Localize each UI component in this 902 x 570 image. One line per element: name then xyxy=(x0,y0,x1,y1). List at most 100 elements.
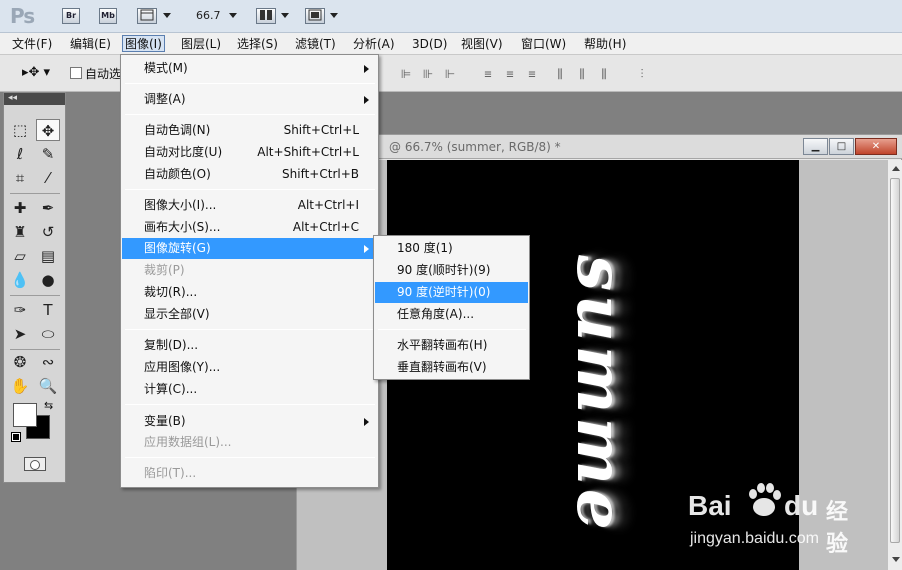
image-rotation-submenu: 180 度(1) 90 度(顺时针)(9) 90 度(逆时针)(0) 任意角度(… xyxy=(373,235,530,380)
menu-item-label: 裁切(R)... xyxy=(144,285,198,299)
default-colors-icon[interactable] xyxy=(11,432,21,442)
grid-view-icon xyxy=(140,9,154,21)
submenu-item-rotate-90-cw[interactable]: 90 度(顺时针)(9) xyxy=(375,260,528,281)
align-hcenter-icon[interactable]: ⊪ xyxy=(420,67,436,81)
menu-item-label: 应用图像(Y)... xyxy=(144,360,221,374)
menu-analysis[interactable]: 分析(A) xyxy=(351,36,397,53)
distribute-right-icon[interactable]: ⫼ xyxy=(596,67,612,81)
collapse-panel-icon[interactable]: ◂◂ xyxy=(4,93,65,105)
align-left-icon[interactable]: ⊫ xyxy=(398,67,414,81)
swap-colors-icon[interactable]: ⇆ xyxy=(44,399,53,412)
menu-edit[interactable]: 编辑(E) xyxy=(68,36,113,53)
bridge-button[interactable]: Br xyxy=(62,8,80,24)
tools-panel: ◂◂ ⬚ ✥ ℓ ✎ ⌗ ⁄ ✚ ✒ ♜ ↺ ▱ ▤ 💧 ● ✑ T ➤ ⬭ ❂… xyxy=(3,92,66,483)
menu-item-calculations[interactable]: 计算(C)... xyxy=(122,379,377,400)
submenu-item-rotate-180[interactable]: 180 度(1) xyxy=(375,238,528,259)
zoom-level[interactable]: 66.7 xyxy=(196,9,221,22)
distribute-left-icon[interactable]: ⫼ xyxy=(552,67,568,81)
ellipse-shape-tool-icon[interactable]: ⬭ xyxy=(36,323,60,345)
menu-item-apply-image[interactable]: 应用图像(Y)... xyxy=(122,357,377,378)
gradient-tool-icon[interactable]: ▤ xyxy=(36,245,60,267)
menu-window[interactable]: 窗口(W) xyxy=(519,36,568,53)
align-right-icon[interactable]: ⊩ xyxy=(442,67,458,81)
auto-select-checkbox[interactable] xyxy=(70,67,82,79)
auto-align-layers-icon[interactable]: ⫶ xyxy=(634,67,650,81)
blur-tool-icon[interactable]: 💧 xyxy=(8,269,32,291)
menu-layer[interactable]: 图层(L) xyxy=(179,36,223,53)
menu-item-trim[interactable]: 裁切(R)... xyxy=(122,282,377,303)
vertical-scrollbar[interactable] xyxy=(887,160,902,570)
healing-brush-tool-icon[interactable]: ✚ xyxy=(8,197,32,219)
eyedropper-tool-icon[interactable]: ⁄ xyxy=(36,167,60,189)
canvas-text-layer: summe xyxy=(562,255,637,534)
menu-item-apply-data-set[interactable]: 应用数据组(L)... xyxy=(122,432,377,453)
dodge-tool-icon[interactable]: ● xyxy=(36,269,60,291)
history-brush-tool-icon[interactable]: ↺ xyxy=(36,221,60,243)
document-tab[interactable]: @ 66.7% (summer, RGB/8) * ▁ □ ✕ xyxy=(297,135,902,159)
menu-item-auto-color[interactable]: 自动颜色(O) Shift+Ctrl+B xyxy=(122,164,377,185)
view-extras-dropdown-icon[interactable] xyxy=(163,13,171,18)
scroll-up-icon[interactable] xyxy=(892,166,900,171)
distribute-hcenter-icon[interactable]: ⫼ xyxy=(574,67,590,81)
menu-view[interactable]: 视图(V) xyxy=(459,36,505,53)
path-selection-tool-icon[interactable]: ➤ xyxy=(8,323,32,345)
menu-item-canvas-size[interactable]: 画布大小(S)... Alt+Ctrl+C xyxy=(122,217,377,238)
menu-file[interactable]: 文件(F) xyxy=(10,36,54,53)
menu-item-crop[interactable]: 裁剪(P) xyxy=(122,260,377,281)
scroll-thumb[interactable] xyxy=(890,178,900,543)
quick-selection-tool-icon[interactable]: ✎ xyxy=(36,143,60,165)
menu-item-label: 图像旋转(G) xyxy=(144,241,211,255)
scroll-down-icon[interactable] xyxy=(892,557,900,562)
menu-filter[interactable]: 滤镜(T) xyxy=(293,36,338,53)
quick-mask-button[interactable] xyxy=(24,457,46,471)
submenu-item-flip-horizontal[interactable]: 水平翻转画布(H) xyxy=(375,335,528,356)
move-tool-preset-icon[interactable]: ▸✥ ▾ xyxy=(22,65,50,80)
3d-orbit-tool-icon[interactable]: ∾ xyxy=(36,351,60,373)
menu-3d[interactable]: 3D(D) xyxy=(410,36,449,53)
submenu-item-flip-vertical[interactable]: 垂直翻转画布(V) xyxy=(375,357,528,378)
menu-separator xyxy=(125,329,375,330)
lasso-tool-icon[interactable]: ℓ xyxy=(8,143,32,165)
distribute-top-icon[interactable]: ≡ xyxy=(480,67,496,81)
maximize-button[interactable]: □ xyxy=(829,138,854,155)
close-button[interactable]: ✕ xyxy=(855,138,897,155)
menu-item-image-rotation[interactable]: 图像旋转(G) xyxy=(122,238,377,259)
menu-help[interactable]: 帮助(H) xyxy=(582,36,628,53)
move-tool-icon[interactable]: ✥ xyxy=(36,119,60,141)
3d-rotate-tool-icon[interactable]: ❂ xyxy=(8,351,32,373)
distribute-vcenter-icon[interactable]: ≡ xyxy=(502,67,518,81)
zoom-tool-icon[interactable]: 🔍 xyxy=(36,375,60,397)
view-extras-button[interactable] xyxy=(137,8,157,24)
menu-item-reveal-all[interactable]: 显示全部(V) xyxy=(122,304,377,325)
pen-tool-icon[interactable]: ✑ xyxy=(8,299,32,321)
marquee-tool-icon[interactable]: ⬚ xyxy=(8,119,32,141)
distribute-bottom-icon[interactable]: ≡ xyxy=(524,67,540,81)
eraser-tool-icon[interactable]: ▱ xyxy=(8,245,32,267)
crop-tool-icon[interactable]: ⌗ xyxy=(8,167,32,189)
screen-mode-dropdown-icon[interactable] xyxy=(330,13,338,18)
menu-item-variables[interactable]: 变量(B) xyxy=(122,411,377,432)
foreground-color-swatch[interactable] xyxy=(13,403,37,427)
menu-item-image-size[interactable]: 图像大小(I)... Alt+Ctrl+I xyxy=(122,195,377,216)
arrange-documents-button[interactable] xyxy=(256,8,276,24)
menu-item-duplicate[interactable]: 复制(D)... xyxy=(122,335,377,356)
menu-image[interactable]: 图像(I) xyxy=(122,35,165,52)
submenu-item-arbitrary[interactable]: 任意角度(A)... xyxy=(375,304,528,325)
photoshop-logo: Ps xyxy=(10,4,35,28)
menu-item-auto-contrast[interactable]: 自动对比度(U) Alt+Shift+Ctrl+L xyxy=(122,142,377,163)
hand-tool-icon[interactable]: ✋ xyxy=(8,375,32,397)
zoom-dropdown-icon[interactable] xyxy=(229,13,237,18)
clone-stamp-tool-icon[interactable]: ♜ xyxy=(8,221,32,243)
mini-bridge-button[interactable]: Mb xyxy=(99,8,117,24)
submenu-item-rotate-90-ccw[interactable]: 90 度(逆时针)(0) xyxy=(375,282,528,303)
menu-item-mode[interactable]: 模式(M) xyxy=(122,58,377,79)
type-tool-icon[interactable]: T xyxy=(36,299,60,321)
minimize-button[interactable]: ▁ xyxy=(803,138,828,155)
menu-item-trap[interactable]: 陷印(T)... xyxy=(122,463,377,484)
menu-select[interactable]: 选择(S) xyxy=(235,36,280,53)
brush-tool-icon[interactable]: ✒ xyxy=(36,197,60,219)
arrange-dropdown-icon[interactable] xyxy=(281,13,289,18)
menu-item-adjustments[interactable]: 调整(A) xyxy=(122,89,377,110)
menu-item-auto-tone[interactable]: 自动色调(N) Shift+Ctrl+L xyxy=(122,120,377,141)
screen-mode-button[interactable] xyxy=(305,8,325,24)
